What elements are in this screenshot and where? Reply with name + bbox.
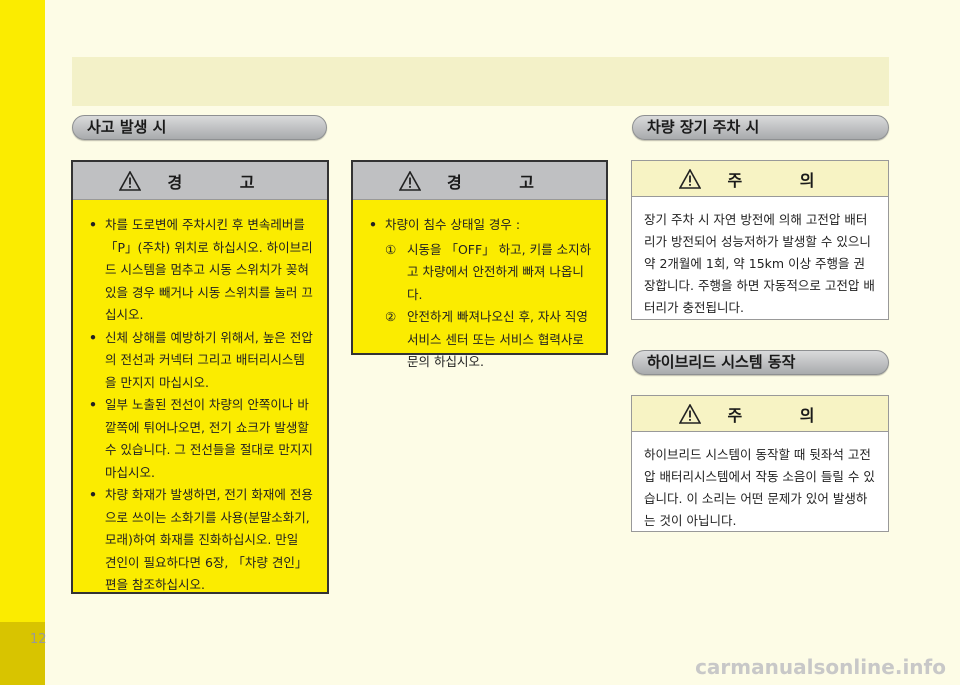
- warning-box-flood: 경 고 차량이 침수 상태일 경우 : ① 시동을 「OFF」 하고, 키를 소…: [351, 160, 608, 369]
- warning-list: 차를 도로변에 주차시킨 후 변속레버를 「P」(주차) 위치로 하십시오. 하…: [73, 200, 327, 597]
- left-color-bar: [0, 0, 45, 622]
- header-band: [72, 57, 889, 106]
- sub-list-number: ①: [385, 241, 397, 257]
- caution-text: 장기 주차 시 자연 방전에 의해 고전압 배터리가 방전되어 성능저하가 발생…: [644, 212, 875, 315]
- page-number: 12: [30, 632, 47, 647]
- caution-box-header: 주 의: [632, 396, 888, 432]
- caution-label: 주 의: [727, 405, 841, 425]
- caution-label: 주 의: [727, 170, 841, 190]
- caution-box-hybrid: 주 의 하이브리드 시스템이 동작할 때 뒷좌석 고전압 배터리시스템에서 작동…: [631, 395, 889, 532]
- warning-triangle-icon: [679, 403, 702, 424]
- list-item: 일부 노출된 전선이 차량의 안쪽이나 바깥쪽에 튀어나오면, 전기 쇼크가 발…: [87, 394, 313, 484]
- warning-box-fire: 경 고 차를 도로변에 주차시킨 후 변속레버를 「P」(주차) 위치로 하십시…: [71, 160, 329, 594]
- section-title-parking: 차량 장기 주차 시: [632, 115, 889, 140]
- list-item: 신체 상해를 예방하기 위해서, 높은 전압의 전선과 커넥터 그리고 배터리시…: [87, 327, 313, 395]
- caution-text: 하이브리드 시스템이 동작할 때 뒷좌석 고전압 배터리시스템에서 작동 소음이…: [644, 447, 875, 528]
- warning-label: 경 고: [167, 172, 281, 192]
- sub-list-text: 시동을 「OFF」 하고, 키를 소지하고 차량에서 안전하게 빠져 나옵니다.: [407, 241, 592, 302]
- section-title-hybrid: 하이브리드 시스템 동작: [632, 350, 889, 375]
- list-item: 차량 화재가 발생하면, 전기 화재에 전용으로 쓰이는 소화기를 사용(분말소…: [87, 484, 313, 597]
- warning-triangle-icon: [398, 170, 421, 191]
- caution-box-header: 주 의: [632, 161, 888, 197]
- caution-box-parking: 주 의 장기 주차 시 자연 방전에 의해 고전압 배터리가 방전되어 성능저하…: [631, 160, 889, 320]
- warning-box-header: 경 고: [73, 162, 327, 200]
- warning-triangle-icon: [119, 170, 142, 191]
- sub-list-text: 안전하게 빠져나오신 후, 자사 직영 서비스 센터 또는 서비스 협력사로 문…: [407, 309, 588, 369]
- section-title-accident: 사고 발생 시: [72, 115, 327, 140]
- warning-label: 경 고: [446, 172, 560, 192]
- sub-list-item: ② 안전하게 빠져나오신 후, 자사 직영 서비스 센터 또는 서비스 협력사로…: [385, 306, 592, 374]
- sub-list-item: ① 시동을 「OFF」 하고, 키를 소지하고 차량에서 안전하게 빠져 나옵니…: [385, 239, 592, 307]
- warning-list: 차량이 침수 상태일 경우 : ① 시동을 「OFF」 하고, 키를 소지하고 …: [353, 200, 606, 374]
- sub-list-number: ②: [385, 309, 397, 324]
- list-item: 차를 도로변에 주차시킨 후 변속레버를 「P」(주차) 위치로 하십시오. 하…: [87, 214, 313, 327]
- watermark: carmanualsonline.info: [695, 655, 946, 679]
- sub-list: ① 시동을 「OFF」 하고, 키를 소지하고 차량에서 안전하게 빠져 나옵니…: [385, 239, 592, 374]
- list-item: 차량이 침수 상태일 경우 : ① 시동을 「OFF」 하고, 키를 소지하고 …: [367, 214, 592, 374]
- warning-box-header: 경 고: [353, 162, 606, 200]
- list-item-text: 차량이 침수 상태일 경우 :: [385, 217, 521, 232]
- warning-triangle-icon: [679, 168, 702, 189]
